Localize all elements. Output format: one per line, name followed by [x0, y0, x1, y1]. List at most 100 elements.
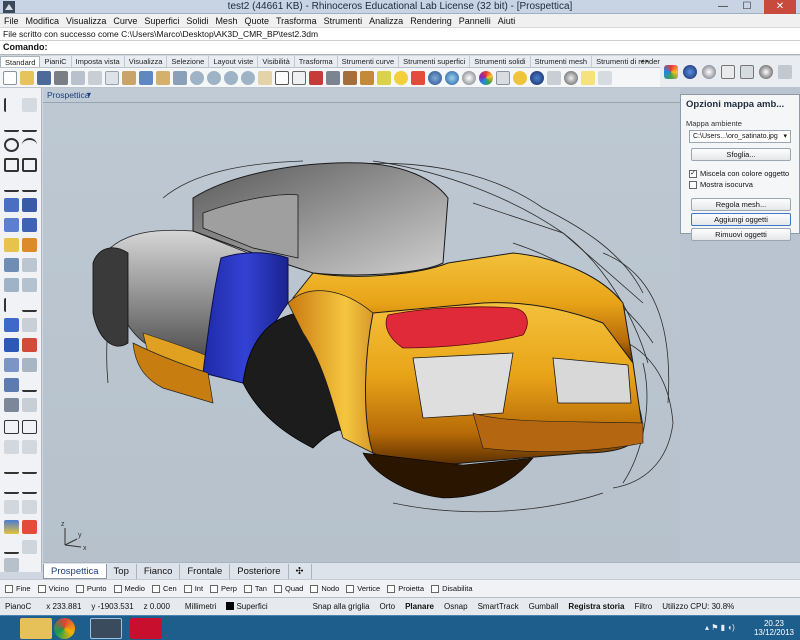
fillet-icon[interactable] [4, 338, 19, 352]
color-palette-icon[interactable] [664, 64, 678, 79]
import-icon[interactable] [71, 70, 85, 85]
grid-icon[interactable] [292, 70, 306, 85]
texture-icon[interactable] [496, 70, 510, 85]
open-file-icon[interactable] [20, 70, 34, 85]
mesh-icon[interactable] [4, 238, 19, 252]
move-icon[interactable] [4, 258, 19, 272]
osnap-toggle[interactable]: Osnap [439, 602, 473, 611]
rebuild-icon[interactable] [4, 460, 19, 474]
free-curve-icon[interactable] [4, 178, 19, 192]
tab-top[interactable]: Top [107, 563, 137, 579]
system-clock[interactable]: 20.23 13/12/2013 [754, 619, 794, 637]
new-file-icon[interactable] [3, 70, 17, 85]
menu-rendering[interactable]: Rendering [410, 16, 452, 26]
browse-button[interactable]: Sfoglia... [691, 148, 791, 161]
toolbar-tab-selezione[interactable]: Selezione [167, 56, 210, 67]
zoom-icon[interactable] [190, 70, 204, 85]
cplane-indicator[interactable]: PianoC [0, 602, 36, 611]
rhino-taskbar-icon[interactable] [90, 618, 122, 639]
tab-frontale[interactable]: Frontale [180, 563, 231, 579]
sun-icon[interactable] [513, 70, 527, 85]
polyline-icon[interactable] [4, 118, 19, 132]
ortho-toggle[interactable]: Orto [375, 602, 401, 611]
show-isocurve-checkbox[interactable]: Mostra isocurva [689, 180, 753, 189]
gray-sphere-icon[interactable] [462, 70, 476, 85]
menu-visualizza[interactable]: Visualizza [66, 16, 106, 26]
rectangle-icon[interactable] [4, 158, 19, 172]
blend-color-checkbox[interactable]: ✓ Miscela con colore oggetto [689, 169, 789, 178]
join-icon[interactable] [22, 298, 37, 312]
add-objects-button[interactable]: Aggiungi oggetti [691, 213, 791, 226]
offset-curve-icon[interactable] [22, 178, 37, 192]
osnap-disabilita[interactable]: Disabilita [431, 584, 473, 593]
texture-map-icon[interactable] [740, 64, 754, 79]
paint-icon[interactable] [4, 520, 19, 534]
toolbar-tab-trasforma[interactable]: Trasforma [295, 56, 338, 67]
filter-toggle[interactable]: Filtro [629, 602, 657, 611]
viewport-title[interactable]: Prospettica [47, 90, 90, 100]
close-button[interactable]: ✕ [764, 0, 796, 14]
osnap-int[interactable]: Int [183, 584, 203, 593]
chrome-sphere-icon[interactable] [702, 64, 716, 79]
curve-icon[interactable] [22, 118, 37, 132]
paste-icon[interactable] [122, 70, 136, 85]
box-icon[interactable] [4, 218, 19, 232]
pan-hand-icon[interactable] [258, 70, 272, 85]
menu-pannelli[interactable]: Pannelli [459, 16, 491, 26]
analyze-icon[interactable] [4, 378, 19, 392]
blend-icon[interactable] [22, 480, 37, 494]
lock-icon[interactable] [22, 398, 37, 412]
menu-trasforma[interactable]: Trasforma [276, 16, 317, 26]
remove-objects-button[interactable]: Rimuovi oggetti [691, 228, 791, 241]
render-icon[interactable] [360, 70, 374, 85]
osnap-fine[interactable]: Fine [5, 584, 31, 593]
copy-object-icon[interactable] [22, 258, 37, 272]
osnap-proietta[interactable]: Proietta [387, 584, 424, 593]
environment-map-select[interactable]: C:\Users...\oro_satinato.jpg ▾ [689, 130, 791, 143]
adjust-mesh-button[interactable]: Regola mesh... [691, 198, 791, 211]
menu-file[interactable]: File [4, 16, 19, 26]
decal-icon[interactable] [721, 64, 735, 79]
add-viewport-tab-icon[interactable]: ✣ [289, 563, 312, 579]
scale-icon[interactable] [22, 278, 37, 292]
zoom-window-icon[interactable] [207, 70, 221, 85]
point-icon[interactable] [22, 98, 37, 112]
blue-sphere-icon[interactable] [530, 70, 544, 85]
toolbar-tab-strumenti-superfici[interactable]: Strumenti superfici [399, 56, 471, 67]
osnap-vertice[interactable]: Vertice [346, 584, 380, 593]
print-icon[interactable] [54, 70, 68, 85]
minimize-button[interactable]: — [712, 0, 734, 14]
osnap-perp[interactable]: Perp [210, 584, 237, 593]
render-preview-icon[interactable] [343, 70, 357, 85]
edit-points-icon[interactable] [22, 440, 37, 454]
match-icon[interactable] [22, 460, 37, 474]
boolean-icon[interactable] [22, 238, 37, 252]
polygon-icon[interactable] [22, 158, 37, 172]
toolbar-tab-imposta-vista[interactable]: Imposta vista [72, 56, 125, 67]
pan-icon[interactable] [156, 70, 170, 85]
sphere-icon[interactable] [445, 70, 459, 85]
array-icon[interactable] [4, 358, 19, 372]
extrude-icon[interactable] [22, 198, 37, 212]
perspective-viewport[interactable]: z y x [43, 103, 680, 562]
split-icon[interactable] [22, 318, 37, 332]
toolbar-tab-strumenti-solidi[interactable]: Strumenti solidi [470, 56, 531, 67]
menu-aiuti[interactable]: Aiuti [498, 16, 516, 26]
snap-grid-toggle[interactable]: Snap alla griglia [273, 602, 375, 611]
rotate-view-icon[interactable] [173, 70, 187, 85]
copy-icon[interactable] [105, 70, 119, 85]
toolbar-tab-layout-viste[interactable]: Layout viste [209, 56, 259, 67]
shade-icon[interactable] [326, 70, 340, 85]
toolbar-tab-visualizza[interactable]: Visualizza [125, 56, 168, 67]
planar-toggle[interactable]: Planare [400, 602, 439, 611]
text-icon[interactable] [22, 420, 37, 434]
osnap-vicino[interactable]: Vicino [37, 584, 69, 593]
viewport-menu-icon[interactable]: ▾ [87, 90, 91, 99]
group-icon[interactable] [22, 358, 37, 372]
menu-curve[interactable]: Curve [113, 16, 137, 26]
toolbar-tab-strumenti-rendering[interactable]: Strumenti di renderin [592, 56, 660, 67]
render-settings-icon[interactable] [778, 64, 792, 79]
toolbar-tab-strumenti-mesh[interactable]: Strumenti mesh [531, 56, 593, 67]
osnap-tan[interactable]: Tan [243, 584, 267, 593]
smarttrack-toggle[interactable]: SmartTrack [473, 602, 524, 611]
